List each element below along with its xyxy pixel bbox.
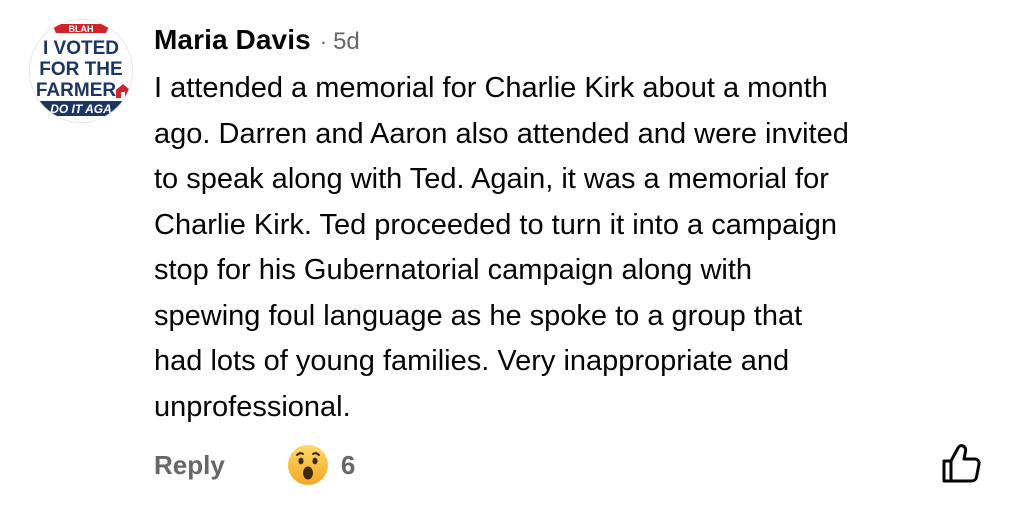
author-name[interactable]: Maria Davis [154,24,311,56]
wow-emoji-icon [287,444,329,486]
comment-text-line: I attended a memorial for Charlie Kirk a… [154,72,828,104]
comment-text-line: ago. Darren and Aaron also attended and … [154,117,849,150]
comment-text-line: stop for his Gubernatorial campaign alon… [154,254,753,286]
avatar-line-3: FARMER [36,80,117,101]
thumbs-up-outline-icon [938,440,984,486]
comment-text-line: had lots of young families. Very inappro… [154,345,790,377]
reply-button[interactable]: Reply [154,450,225,481]
comment-header: Maria Davis · 5d [154,24,360,60]
reaction-summary[interactable]: 6 [287,444,355,486]
comment-text-line: to speak along with Ted. Again, it was a… [154,163,829,195]
avatar[interactable]: BLAH I VOTED FOR THE FARMER DO IT AGA [30,20,132,122]
comment-text-line: spewing foul language as he spoke to a g… [154,299,803,332]
avatar-line-2: FOR THE [39,59,122,80]
avatar-line-1: I VOTED [43,38,119,59]
avatar-top-text: BLAH [69,24,94,34]
comment-actions: Reply 6 [154,443,355,487]
comment-age[interactable]: 5d [333,28,360,56]
reaction-count: 6 [340,449,356,480]
separator-dot: · [319,29,328,54]
comment: BLAH I VOTED FOR THE FARMER DO IT AGA Ma… [0,0,1024,509]
comment-text: I attended a memorial for Charlie Kirk a… [154,66,994,430]
like-button[interactable] [938,440,984,486]
comment-text-line: unprofessional. [154,390,351,423]
comment-text-line: Charlie Kirk. Ted proceeded to turn it i… [154,208,837,241]
avatar-bottom-text: DO IT AGA [50,102,112,116]
